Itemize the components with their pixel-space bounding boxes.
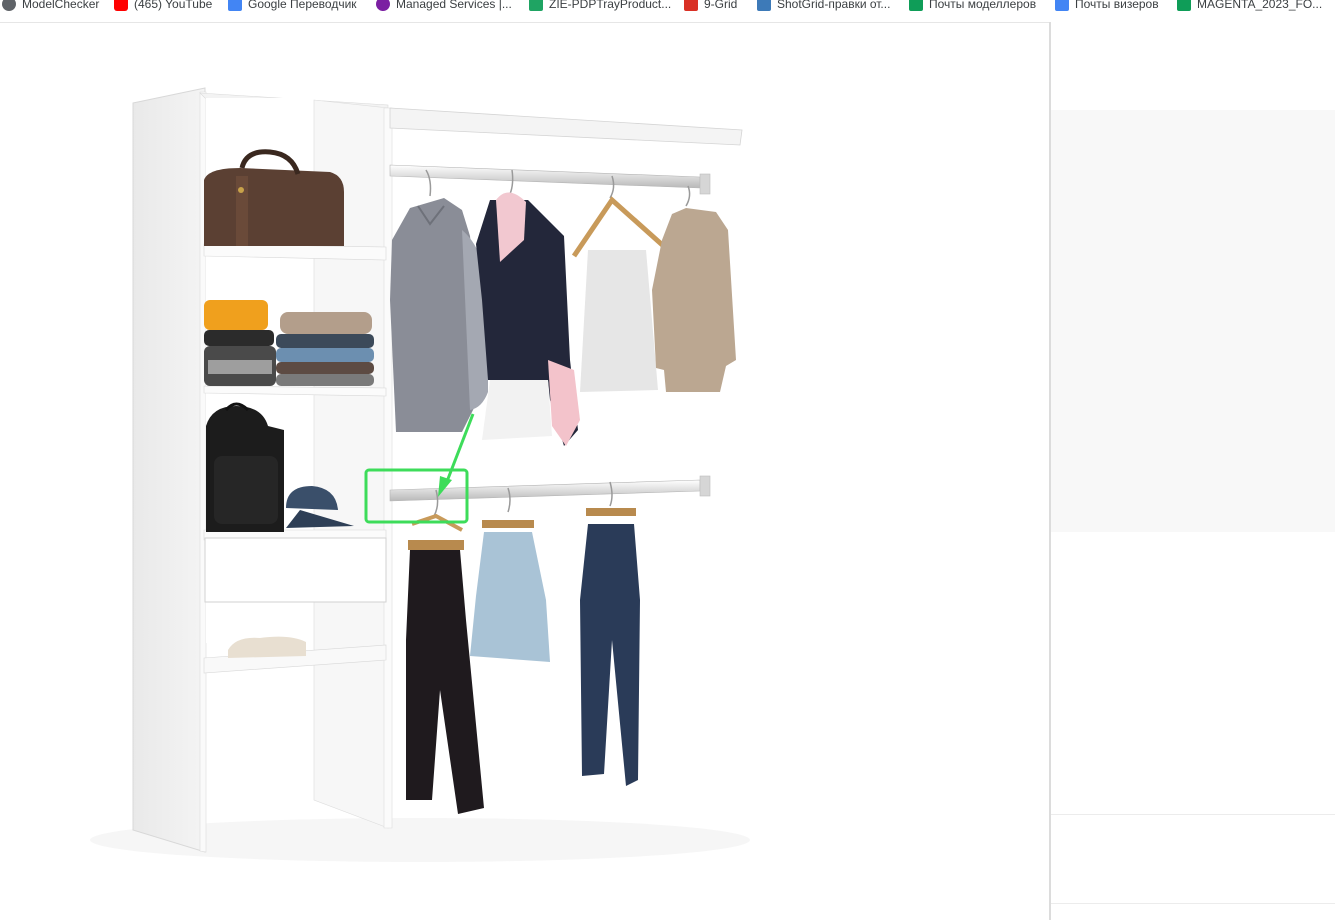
side-panel-preview-area: [1051, 110, 1335, 532]
cabinet-left-side: [132, 87, 206, 853]
rod-bracket: [699, 173, 711, 195]
folded-clothes-yellow: [204, 300, 276, 386]
hanging-jeans: [580, 481, 640, 786]
side-panel-header: [1051, 22, 1335, 110]
bookmark-magenta-2023[interactable]: MAGENTA_2023_FO...: [1177, 0, 1322, 12]
bookmark-viewer-emails[interactable]: Почты визеров: [1055, 0, 1159, 12]
bookmark-label: Почты визеров: [1075, 0, 1159, 11]
google-docs-icon: [1055, 0, 1069, 11]
folded-clothes-stack: [276, 312, 374, 386]
side-panel-body: [1051, 532, 1335, 814]
drawer-front: [204, 537, 387, 603]
hanging-denim-skirt: [470, 487, 550, 662]
google-sheets-icon: [1177, 0, 1191, 11]
side-panel-divider: [1051, 903, 1335, 904]
wardrobe-render: [90, 87, 750, 862]
hanging-top-shelf: [389, 107, 743, 146]
hanging-beige-dress: [652, 185, 736, 392]
hanging-grey-shirt: [390, 169, 488, 432]
bookmark-label: MAGENTA_2023_FO...: [1197, 0, 1323, 11]
upper-hanging-rod: [389, 164, 701, 189]
side-panel-footer: [1051, 815, 1335, 920]
cabinet-right-edge: [383, 107, 393, 829]
rod-bracket: [699, 475, 711, 497]
hanging-hoodie: [476, 169, 580, 446]
